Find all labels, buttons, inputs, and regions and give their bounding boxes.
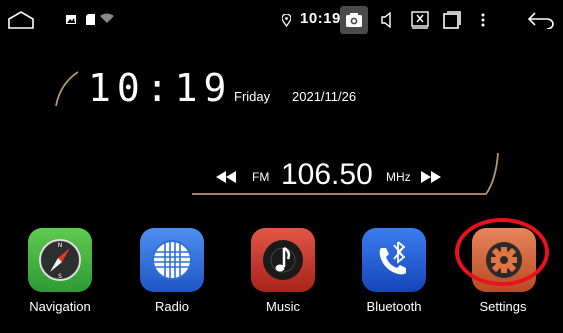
back-icon[interactable]	[526, 10, 556, 30]
app-label-music: Music	[266, 299, 300, 314]
bluetooth-phone-icon	[379, 241, 406, 275]
clock-date: 2021/11/26	[292, 89, 357, 104]
music-note-icon	[263, 240, 303, 280]
recents-icon[interactable]	[442, 10, 462, 30]
radio-globe-icon	[152, 240, 192, 280]
home-icon[interactable]	[6, 8, 36, 32]
app-label-radio: Radio	[155, 299, 189, 314]
highlight-circle	[455, 218, 549, 286]
location-icon	[281, 13, 291, 27]
volume-icon[interactable]	[380, 12, 396, 28]
app-bluetooth[interactable]	[362, 228, 426, 292]
big-clock-time: 10:19	[88, 66, 233, 110]
svg-text:N: N	[58, 242, 63, 249]
image-icon	[66, 14, 76, 24]
app-label-settings: Settings	[479, 299, 527, 314]
radio-unit: MHz	[386, 170, 411, 184]
status-bar: 10:19	[0, 0, 563, 40]
more-vert-icon[interactable]	[478, 11, 488, 29]
status-clock: 10:19	[300, 10, 341, 27]
svg-text:S: S	[58, 273, 62, 280]
app-navigation[interactable]: N S	[28, 228, 92, 292]
close-box-icon[interactable]	[411, 11, 429, 29]
clock-day: Friday	[234, 89, 271, 104]
wifi-icon	[100, 12, 114, 24]
app-label-navigation: Navigation	[29, 299, 91, 314]
app-radio[interactable]	[140, 228, 204, 292]
sd-card-icon	[85, 13, 95, 25]
radio-band: FM	[252, 170, 270, 184]
camera-icon[interactable]	[340, 6, 368, 34]
seek-forward-icon[interactable]	[421, 170, 441, 183]
compass-icon: N S	[39, 239, 81, 281]
radio-frequency: 106.50	[281, 158, 373, 191]
seek-back-icon[interactable]	[216, 170, 236, 183]
app-music[interactable]	[251, 228, 315, 292]
app-label-bluetooth: Bluetooth	[366, 299, 422, 314]
